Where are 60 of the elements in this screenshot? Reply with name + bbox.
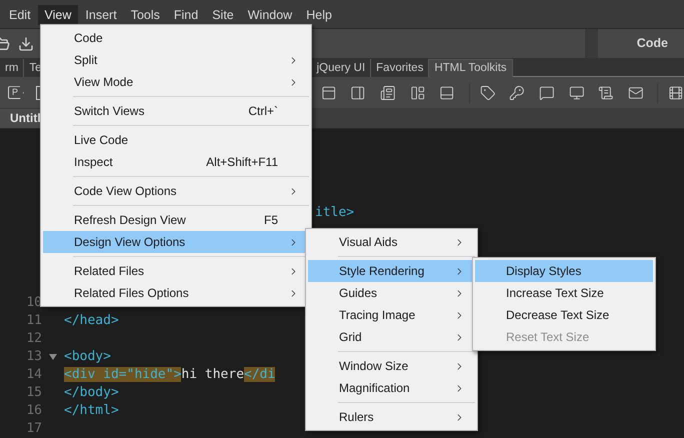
- shortcut-label: Ctrl+`: [248, 103, 278, 120]
- line-number: 16: [25, 402, 42, 420]
- menu-bar-item[interactable]: Window: [240, 5, 300, 25]
- line-number: 17: [25, 420, 42, 438]
- menu-item[interactable]: Related Files: [43, 260, 309, 282]
- menu-item[interactable]: Code View Options: [43, 180, 309, 202]
- code-line: itle>: [315, 204, 354, 222]
- key-icon[interactable]: [509, 84, 525, 101]
- menu-item[interactable]: Style Rendering: [308, 260, 475, 282]
- comment-icon[interactable]: [538, 84, 555, 101]
- code-line: </body>: [64, 384, 119, 402]
- shortcut-label: Alt+Shift+F11: [206, 154, 278, 171]
- shortcut-label: F5: [264, 212, 278, 229]
- menu-item[interactable]: Visual Aids: [308, 231, 475, 253]
- code-line: <body>: [64, 348, 111, 366]
- scroll-icon[interactable]: [598, 84, 614, 101]
- menu-item[interactable]: Switch Views Ctrl+`: [43, 100, 309, 122]
- line-number: 15: [25, 384, 42, 402]
- menu-bar-item[interactable]: Site: [205, 5, 241, 25]
- menu-item[interactable]: Window Size: [308, 355, 475, 377]
- menu-bar-item[interactable]: Insert: [78, 5, 124, 25]
- line-number: 13: [25, 348, 42, 366]
- menu-item[interactable]: Inspect Alt+Shift+F11: [43, 151, 309, 173]
- menu-item[interactable]: Guides: [308, 282, 475, 304]
- panel-bottom-icon[interactable]: [439, 84, 455, 101]
- menu-item[interactable]: Refresh Design View F5: [43, 209, 309, 231]
- screen-icon[interactable]: [568, 84, 584, 101]
- tag-icon[interactable]: [480, 84, 496, 101]
- menu-bar-item[interactable]: View: [38, 5, 78, 25]
- menu-item[interactable]: Related Files Options: [43, 282, 309, 304]
- film-icon[interactable]: [668, 84, 684, 101]
- panel-top-icon[interactable]: [320, 84, 336, 101]
- menu-item[interactable]: Display Styles: [475, 260, 653, 282]
- paragraph-button[interactable]: P: [8, 86, 24, 100]
- menu-bar-item[interactable]: Edit: [2, 5, 38, 25]
- panel-right-icon[interactable]: [350, 84, 366, 101]
- document-icon[interactable]: [380, 84, 396, 101]
- menu-item[interactable]: Code: [43, 27, 309, 49]
- split-panel-icon[interactable]: [410, 84, 426, 101]
- code-line: </head>: [64, 312, 119, 330]
- download-icon[interactable]: [18, 36, 34, 52]
- menu-item[interactable]: Tracing Image: [308, 304, 475, 326]
- fold-triangle-icon[interactable]: [49, 354, 57, 360]
- menu-item[interactable]: Decrease Text Size: [475, 304, 653, 326]
- line-number: 14: [25, 366, 42, 384]
- menu-item[interactable]: Magnification: [308, 377, 475, 399]
- menu-item[interactable]: Live Code: [43, 129, 309, 151]
- line-number: 11: [25, 312, 42, 330]
- menu-item[interactable]: Increase Text Size: [475, 282, 653, 304]
- insert-tab[interactable]: HTML Toolkits: [429, 59, 513, 78]
- menu-bar-item[interactable]: Help: [299, 5, 339, 25]
- menu-bar-item[interactable]: Find: [166, 5, 206, 25]
- code-line: </html>: [64, 402, 119, 420]
- mail-icon[interactable]: [628, 84, 644, 101]
- code-view-button[interactable]: Code: [598, 28, 684, 58]
- code-line: <div id="hide">hi there</di: [64, 366, 276, 384]
- line-number: 12: [25, 330, 42, 348]
- menu-item[interactable]: Rulers: [308, 406, 475, 428]
- menu-item[interactable]: Grid: [308, 326, 475, 348]
- menu-bar-item[interactable]: Tools: [124, 5, 167, 25]
